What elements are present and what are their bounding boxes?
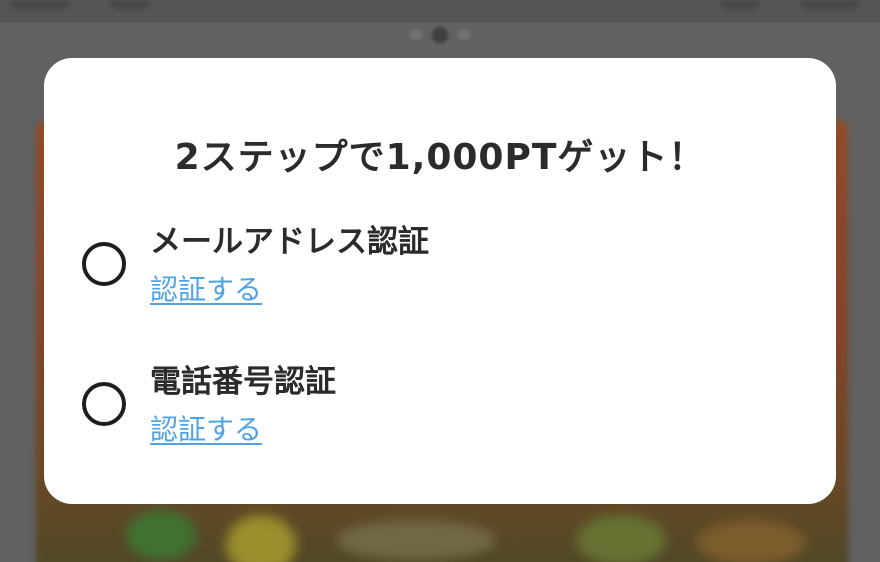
step-status-circle-icon <box>82 242 126 286</box>
step-label-email: メールアドレス認証 <box>150 224 429 260</box>
step-phone-verification: 電話番号認証 認証する <box>82 350 782 450</box>
step-email-verification: メールアドレス認証 認証する <box>82 210 782 310</box>
verify-phone-link[interactable]: 認証する <box>150 408 262 448</box>
step-label-phone: 電話番号認証 <box>150 364 336 400</box>
verify-email-link[interactable]: 認証する <box>150 268 262 308</box>
verification-modal: 2ステップで1,000PTゲット！ メールアドレス認証 認証する 電話番号認証 … <box>44 58 836 504</box>
modal-title: 2ステップで1,000PTゲット！ <box>174 137 706 178</box>
screen: 2ステップで1,000PTゲット！ メールアドレス認証 認証する 電話番号認証 … <box>0 0 880 562</box>
step-status-circle-icon <box>82 382 126 426</box>
